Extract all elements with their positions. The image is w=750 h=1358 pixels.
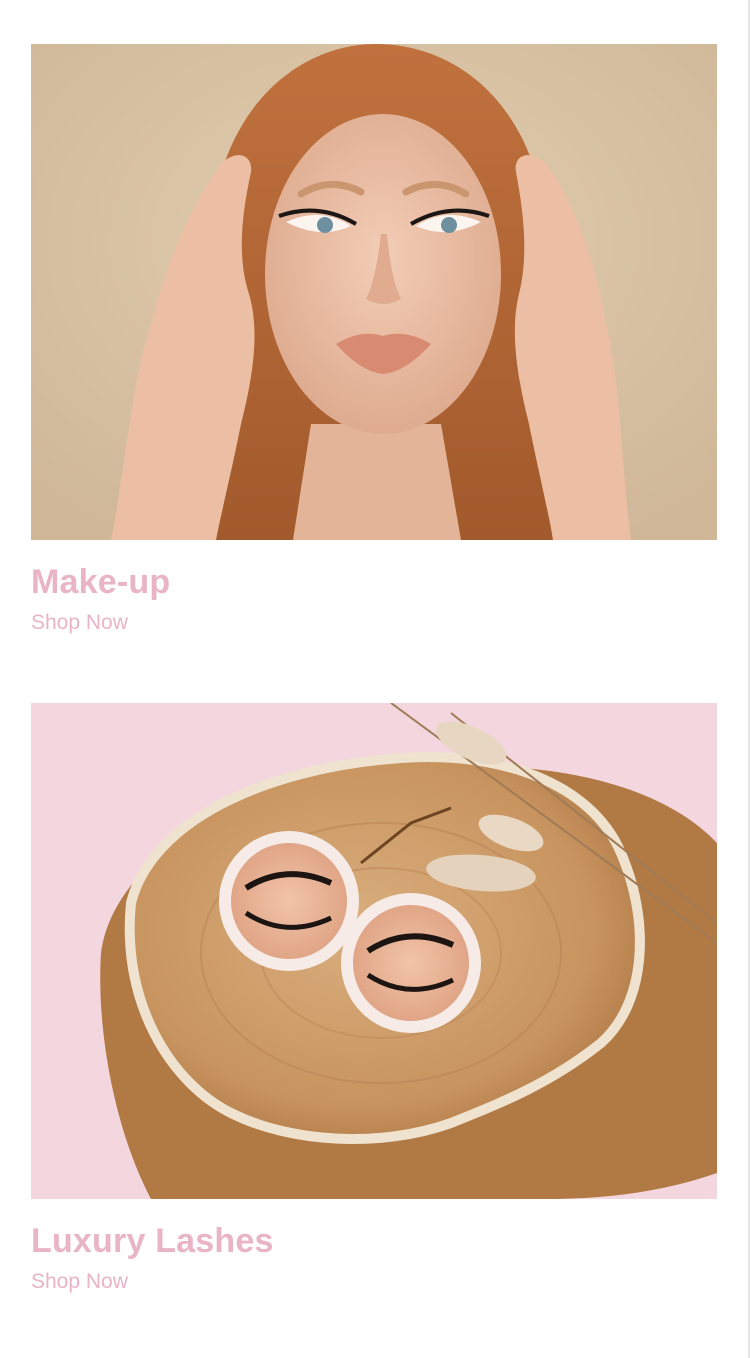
shop-now-link[interactable]: Shop Now (31, 610, 128, 636)
shop-now-link[interactable]: Shop Now (31, 1269, 128, 1295)
lashes-category-image[interactable] (31, 703, 717, 1199)
makeup-category-image[interactable] (31, 44, 717, 540)
category-card-lashes[interactable]: Luxury Lashes Shop Now (31, 703, 717, 1295)
category-title[interactable]: Make-up (31, 562, 717, 602)
category-title[interactable]: Luxury Lashes (31, 1221, 717, 1261)
woman-portrait-photo (31, 44, 717, 540)
category-card-makeup[interactable]: Make-up Shop Now (31, 44, 717, 636)
lash-cases-on-wood-photo (31, 703, 717, 1199)
